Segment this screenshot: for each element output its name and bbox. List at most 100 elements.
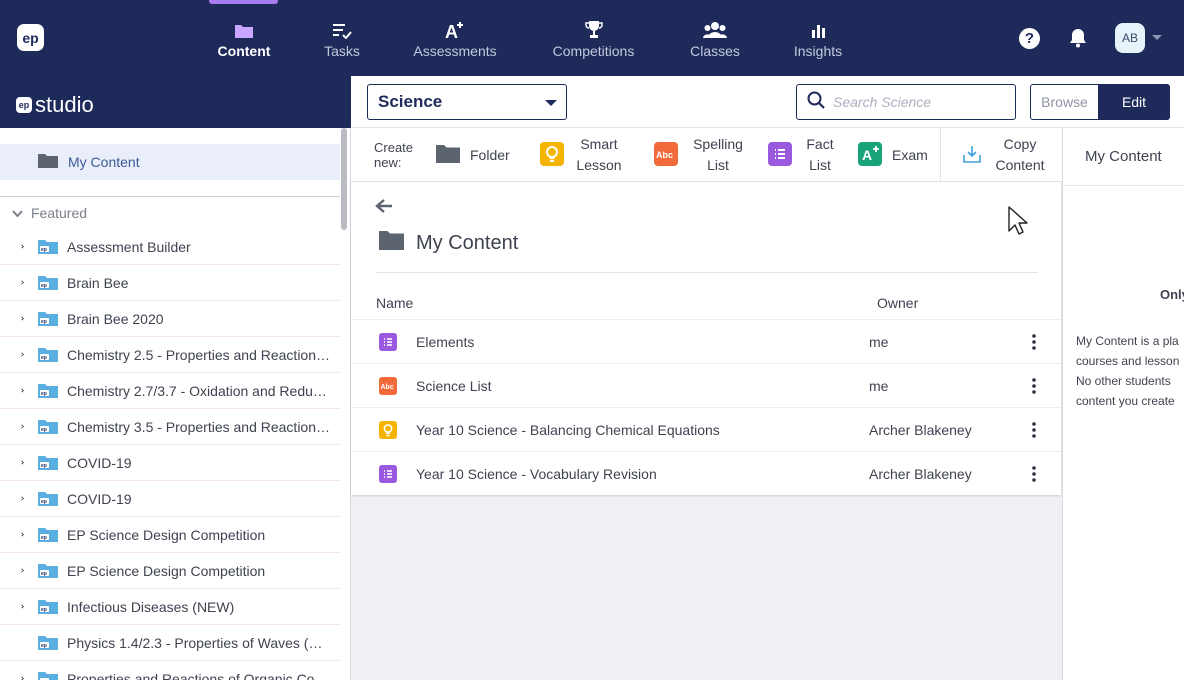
bell-icon[interactable] — [1069, 28, 1087, 53]
table-row[interactable]: Year 10 Science - Vocabulary Revision Arc… — [351, 451, 1061, 495]
sidebar-folder-item[interactable]: ep Properties and Reactions of Organic Co… — [0, 661, 340, 680]
sidebar-folder-item[interactable]: ep Infectious Diseases (NEW) — [0, 589, 340, 625]
table-row[interactable]: Elements me — [351, 319, 1061, 363]
row-owner: Archer Blakeney — [869, 466, 972, 482]
chevron-down-icon — [12, 205, 23, 221]
nav-insights[interactable]: Insights — [788, 0, 848, 76]
sidebar-folder-label: Properties and Reactions of Organic Comp… — [67, 670, 332, 680]
sidebar-folder-item[interactable]: ep Brain Bee 2020 — [0, 301, 340, 337]
svg-text:ep: ep — [41, 463, 47, 469]
chevron-right-icon[interactable] — [0, 349, 24, 360]
nav-competitions[interactable]: Competitions — [546, 0, 641, 76]
chevron-right-icon[interactable] — [0, 385, 24, 396]
column-header-name[interactable]: Name — [376, 295, 413, 311]
sidebar-folder-label: Chemistry 2.7/3.7 - Oxidation and Reduct… — [67, 382, 332, 399]
more-vertical-icon[interactable] — [1032, 334, 1036, 353]
page-title-text: My Content — [416, 231, 519, 254]
svg-text:ep: ep — [41, 283, 47, 289]
shared-folder-icon: ep — [38, 347, 58, 363]
folder-icon — [38, 153, 58, 172]
shared-folder-icon: ep — [38, 671, 58, 680]
subject-select[interactable]: Science — [367, 84, 567, 120]
sidebar-folder-item[interactable]: ep Physics 1.4/2.3 - Properties of Waves … — [0, 625, 340, 661]
nav-tasks-label: Tasks — [324, 43, 360, 59]
nav-content-label: Content — [217, 43, 271, 59]
lightbulb-icon — [540, 141, 564, 169]
chevron-right-icon[interactable] — [0, 673, 24, 680]
nav-classes[interactable]: Classes — [685, 0, 745, 76]
sidebar-folder-item[interactable]: ep COVID-19 — [0, 445, 340, 481]
sidebar-featured-header[interactable]: Featured — [12, 205, 87, 221]
svg-text:Abc: Abc — [381, 384, 394, 391]
table-row[interactable]: Abc Science List me — [351, 363, 1061, 407]
chevron-right-icon[interactable] — [0, 493, 24, 504]
details-panel-description: My Content is a pla courses and lesson N… — [1076, 331, 1179, 411]
sidebar-folder-item[interactable]: ep EP Science Design Competition — [0, 553, 340, 589]
help-icon[interactable]: ? — [1019, 28, 1040, 49]
create-folder-button[interactable]: Folder — [436, 128, 510, 182]
row-name[interactable]: Science List — [416, 378, 491, 394]
create-fact-list-label: Fact List — [806, 136, 834, 173]
sidebar-folder-item[interactable]: ep Brain Bee — [0, 265, 340, 301]
chevron-right-icon[interactable] — [0, 529, 24, 540]
sidebar: My Content Featured ep Assessment Builder… — [0, 128, 351, 680]
search-input[interactable] — [833, 94, 1003, 110]
details-line: No other students — [1076, 374, 1171, 388]
nav-tasks[interactable]: Tasks — [312, 0, 372, 76]
sidebar-item-my-content[interactable]: My Content — [0, 144, 340, 180]
row-name[interactable]: Elements — [416, 334, 474, 350]
chevron-right-icon[interactable] — [0, 565, 24, 576]
exam-icon: A — [858, 141, 882, 169]
details-panel-title: My Content — [1085, 148, 1162, 165]
edit-button[interactable]: Edit — [1098, 84, 1170, 120]
shared-folder-icon: ep — [38, 419, 58, 435]
nav-assessments[interactable]: A Assessments — [410, 0, 500, 76]
svg-text:ep: ep — [41, 499, 47, 505]
sidebar-folder-item[interactable]: ep COVID-19 — [0, 481, 340, 517]
back-arrow-icon[interactable] — [375, 198, 393, 219]
sidebar-folder-item[interactable]: ep Chemistry 2.7/3.7 - Oxidation and Redu… — [0, 373, 340, 409]
folder-icon — [436, 144, 460, 166]
user-avatar[interactable]: AB — [1115, 23, 1145, 53]
column-header-owner[interactable]: Owner — [877, 295, 918, 311]
sidebar-scrollbar[interactable] — [341, 128, 347, 230]
more-vertical-icon[interactable] — [1032, 422, 1036, 441]
details-panel-heading: Only — [1160, 287, 1184, 302]
sidebar-folder-item[interactable]: ep Assessment Builder — [0, 229, 340, 265]
smart-lesson-icon — [379, 421, 397, 442]
chevron-right-icon[interactable] — [0, 457, 24, 468]
more-vertical-icon[interactable] — [1032, 378, 1036, 397]
create-exam-button[interactable]: A Exam — [858, 128, 928, 182]
details-line: courses and lesson — [1076, 354, 1180, 368]
row-name[interactable]: Year 10 Science - Vocabulary Revision — [416, 466, 657, 482]
nav-content[interactable]: Content — [214, 0, 274, 76]
chevron-right-icon[interactable] — [0, 313, 24, 324]
sidebar-folder-label: Brain Bee 2020 — [67, 310, 164, 327]
svg-text:Abc: Abc — [656, 150, 673, 160]
row-name[interactable]: Year 10 Science - Balancing Chemical Equ… — [416, 422, 720, 438]
table-row[interactable]: Year 10 Science - Balancing Chemical Equ… — [351, 407, 1061, 451]
fact-list-icon — [379, 333, 397, 354]
more-vertical-icon[interactable] — [1032, 466, 1036, 485]
main-header: Science Browse Edit — [351, 76, 1184, 128]
copy-content-button[interactable]: Copy Content — [962, 128, 1048, 182]
create-smart-lesson-button[interactable]: Smart Lesson — [540, 128, 624, 182]
shared-folder-icon: ep — [38, 635, 58, 651]
chevron-right-icon[interactable] — [0, 601, 24, 612]
spelling-list-icon: Abc — [379, 377, 397, 398]
ep-logo[interactable]: ep — [17, 24, 44, 51]
search-box[interactable] — [796, 84, 1016, 120]
sidebar-folder-item[interactable]: ep EP Science Design Competition — [0, 517, 340, 553]
create-spelling-list-button[interactable]: Abc Spelling List — [654, 128, 748, 182]
chevron-right-icon[interactable] — [0, 241, 24, 252]
chevron-down-icon[interactable] — [1152, 35, 1162, 40]
chevron-right-icon[interactable] — [0, 277, 24, 288]
browse-button[interactable]: Browse — [1030, 84, 1098, 120]
abc-icon: Abc — [654, 141, 678, 169]
main-content-area: My Content Name Owner Elements me Abc Scien… — [351, 182, 1062, 680]
chevron-right-icon[interactable] — [0, 421, 24, 432]
sidebar-folder-item[interactable]: ep Chemistry 2.5 - Properties and Reactio… — [0, 337, 340, 373]
create-fact-list-button[interactable]: Fact List — [768, 128, 838, 182]
sidebar-folder-item[interactable]: ep Chemistry 3.5 - Properties and Reactio… — [0, 409, 340, 445]
top-navigation: ep Content Tasks A Assessments Competiti… — [0, 0, 1184, 76]
